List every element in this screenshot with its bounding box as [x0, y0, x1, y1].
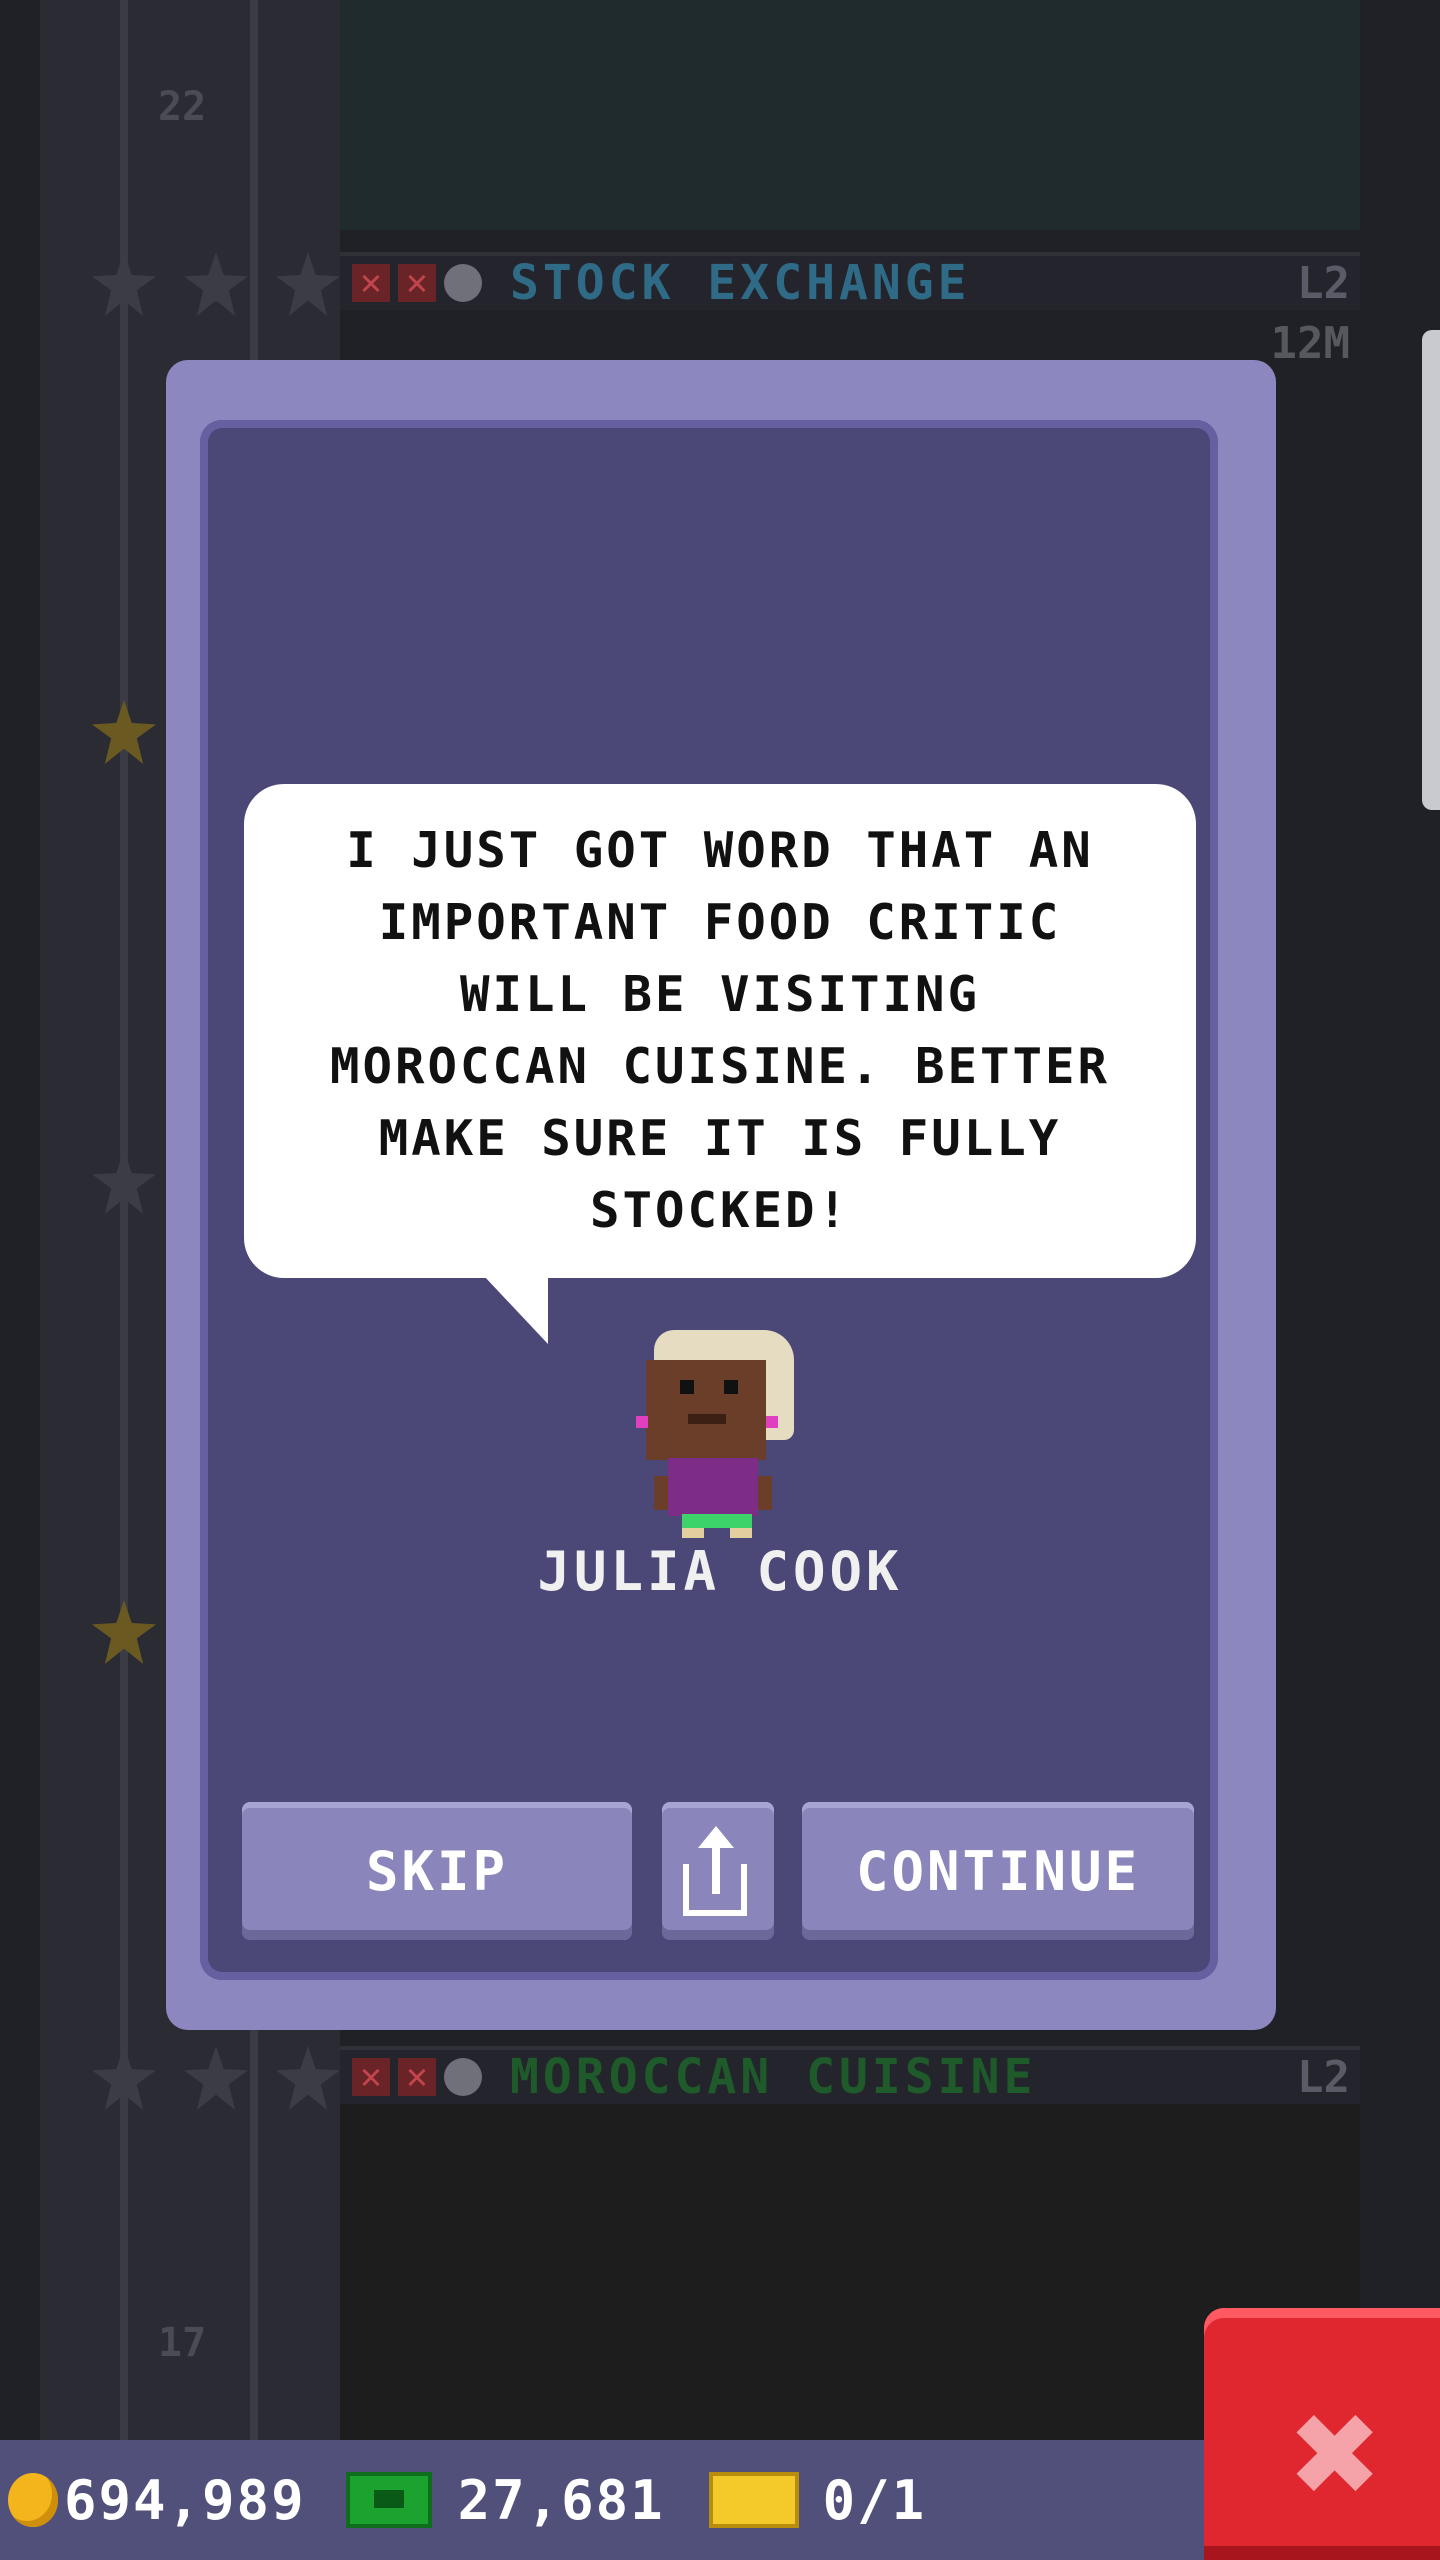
coin-icon: [8, 2473, 58, 2527]
side-tab[interactable]: [1422, 330, 1440, 810]
ticket-icon: [708, 2472, 799, 2528]
character-avatar: [636, 1330, 796, 1538]
star-icon: [276, 252, 340, 316]
floor-stars: [92, 252, 340, 316]
floor-stars: [92, 1150, 156, 1214]
share-button[interactable]: [662, 1802, 774, 1940]
star-icon: [92, 1600, 156, 1664]
star-icon: [92, 2046, 156, 2110]
empty-stock-icon: ✕: [398, 2058, 436, 2096]
share-icon: [683, 1826, 753, 1916]
floor-status: ✕ ✕: [352, 264, 482, 302]
continue-button[interactable]: CONTINUE: [802, 1802, 1194, 1940]
floor-strip-stock-exchange[interactable]: ✕ ✕ STOCK EXCHANGE L2: [340, 252, 1360, 311]
floor-number: 22: [158, 84, 207, 130]
floor-strip-moroccan-cuisine[interactable]: ✕ ✕ MOROCCAN CUISINE L2: [340, 2046, 1360, 2105]
star-icon: [92, 700, 156, 764]
floor-number: 17: [158, 2320, 207, 2366]
bux-icon: [345, 2472, 432, 2528]
close-icon: ✖: [1291, 2367, 1383, 2541]
clock-icon: [444, 2058, 482, 2096]
skip-button[interactable]: SKIP: [242, 1802, 632, 1940]
floor-name: MOROCCAN CUISINE: [510, 2049, 1037, 2105]
floor-level: L2: [1297, 257, 1350, 309]
floor-status: ✕ ✕: [352, 2058, 482, 2096]
star-icon: [92, 1150, 156, 1214]
bux-stat[interactable]: 27,681: [306, 2469, 665, 2532]
close-button[interactable]: ✖: [1204, 2308, 1440, 2560]
character-name: JULIA COOK: [537, 1540, 903, 1603]
empty-stock-icon: ✕: [398, 264, 436, 302]
empty-stock-icon: ✕: [352, 2058, 390, 2096]
bux-value: 27,681: [457, 2468, 665, 2532]
tickets-value: 0/1: [822, 2468, 927, 2532]
floor-level: L2: [1297, 2051, 1350, 2103]
floor-stars: [92, 700, 156, 764]
empty-stock-icon: ✕: [352, 264, 390, 302]
coins-stat: 694,989: [0, 2469, 306, 2532]
clock-icon: [444, 264, 482, 302]
coins-value: 694,989: [64, 2468, 306, 2532]
star-icon: [92, 252, 156, 316]
floor-room-stock-exchange[interactable]: [340, 0, 1360, 230]
star-icon: [184, 2046, 248, 2110]
speech-bubble: I JUST GOT WORD THAT AN IMPORTANT FOOD C…: [244, 784, 1196, 1278]
dialog-message: I JUST GOT WORD THAT AN IMPORTANT FOOD C…: [329, 822, 1110, 1239]
floor-stars: [92, 2046, 340, 2110]
floor-name: STOCK EXCHANGE: [510, 255, 971, 311]
tickets-stat[interactable]: 0/1: [665, 2469, 927, 2532]
floor-stars: [92, 1600, 156, 1664]
star-icon: [184, 252, 248, 316]
floor-price: 12M: [1270, 318, 1350, 369]
star-icon: [276, 2046, 340, 2110]
